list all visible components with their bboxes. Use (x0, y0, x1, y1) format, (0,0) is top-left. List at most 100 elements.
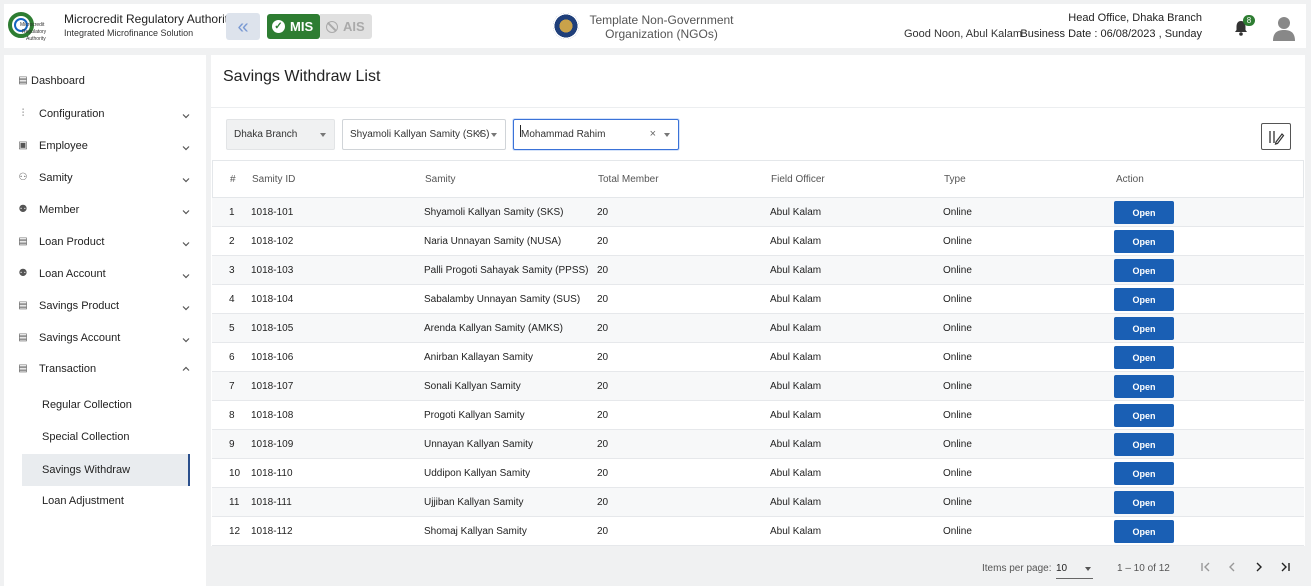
sidebar-item-employee[interactable]: ▣ Employee (4, 132, 204, 160)
row-number: 9 (229, 439, 235, 450)
table-row: 11 1018-111 Ujjiban Kallyan Samity 20 Ab… (212, 488, 1304, 517)
svg-text:Microcredit: Microcredit (20, 22, 45, 28)
open-button[interactable]: Open (1114, 230, 1174, 253)
sidebar-item-transaction[interactable]: ▤ Transaction (4, 355, 204, 383)
row-number: 5 (229, 323, 235, 334)
open-button[interactable]: Open (1114, 375, 1174, 398)
items-per-page-label: Items per page: (982, 563, 1052, 574)
last-page-icon[interactable] (1278, 560, 1292, 574)
column-header[interactable]: Samity ID (252, 174, 295, 185)
type-cell: Online (943, 468, 972, 479)
type-cell: Online (943, 294, 972, 305)
total-member-cell: 20 (597, 439, 609, 450)
sidebar-item-configuration[interactable]: ⫶ Configuration (4, 100, 204, 128)
svg-text:Authority: Authority (26, 36, 46, 42)
open-button[interactable]: Open (1114, 317, 1174, 340)
row-number: 8 (229, 410, 235, 421)
open-button[interactable]: Open (1114, 201, 1174, 224)
column-header[interactable]: Type (944, 174, 966, 185)
table-row: 7 1018-107 Sonali Kallyan Samity 20 Abul… (212, 372, 1304, 401)
first-page-icon[interactable] (1199, 560, 1213, 574)
mis-label: MIS (290, 19, 314, 34)
open-button[interactable]: Open (1114, 346, 1174, 369)
members-icon: ⚉ (18, 204, 28, 215)
previous-page-icon[interactable] (1225, 560, 1239, 574)
government-seal-logo (553, 13, 579, 39)
samity-table: # Samity ID Samity Total Member Field Of… (212, 160, 1304, 546)
double-chevron-left-icon: « (237, 15, 249, 38)
sidebar-item-dashboard[interactable]: ▤ Dashboard (4, 67, 204, 95)
ais-toggle-button[interactable]: AIS (320, 14, 372, 39)
column-header[interactable]: Field Officer (771, 174, 825, 185)
column-settings-button[interactable] (1261, 123, 1291, 150)
chevron-down-icon (182, 274, 190, 279)
sidebar-item-savings-account[interactable]: ▤ Savings Account (4, 324, 204, 352)
next-page-icon[interactable] (1252, 560, 1266, 574)
branch-name: Head Office, Dhaka Branch (1068, 12, 1202, 24)
sidebar-subitem-regular-collection[interactable]: Regular Collection (22, 389, 190, 421)
row-number: 6 (229, 352, 235, 363)
member-select[interactable]: Mohammad Rahim × (513, 119, 679, 150)
open-button[interactable]: Open (1114, 520, 1174, 543)
business-date: Business Date : 06/08/2023 , Sunday (1020, 28, 1202, 40)
sidebar-subitem-loan-adjustment[interactable]: Loan Adjustment (22, 485, 190, 517)
open-button[interactable]: Open (1114, 491, 1174, 514)
collapse-sidebar-button[interactable]: « (226, 13, 260, 40)
sidebar-item-label: Savings Account (39, 332, 121, 344)
table-header: # Samity ID Samity Total Member Field Of… (212, 160, 1304, 198)
greeting-text: Good Noon, Abul Kalam (904, 28, 1023, 40)
open-button[interactable]: Open (1114, 433, 1174, 456)
page-range: 1 – 10 of 12 (1117, 563, 1170, 574)
sidebar: ▤ Dashboard ⫶ Configuration ▣ Employee ⚇… (4, 55, 206, 586)
dropdown-arrow-icon (1085, 567, 1091, 571)
type-cell: Online (943, 526, 972, 537)
chevron-down-icon (182, 114, 190, 119)
text-cursor (520, 125, 521, 137)
table-row: 5 1018-105 Arenda Kallyan Samity (AMKS) … (212, 314, 1304, 343)
total-member-cell: 20 (597, 526, 609, 537)
table-row: 4 1018-104 Sabalamby Unnayan Samity (SUS… (212, 285, 1304, 314)
items-per-page-select[interactable]: 10 (1056, 559, 1093, 579)
type-cell: Online (943, 497, 972, 508)
doc-icon: ▤ (18, 332, 28, 343)
mis-toggle-button[interactable]: ✓ MIS (267, 14, 320, 39)
samity-select[interactable]: Shyamoli Kallyan Samity (SKS) × (342, 119, 506, 150)
clear-icon[interactable]: × (650, 128, 656, 140)
sidebar-subitem-special-collection[interactable]: Special Collection (22, 421, 190, 453)
type-cell: Online (943, 265, 972, 276)
column-header[interactable]: Total Member (598, 174, 659, 185)
column-header[interactable]: Samity (425, 174, 456, 185)
samity-name-cell: Naria Unnayan Samity (NUSA) (424, 236, 562, 247)
sidebar-item-member[interactable]: ⚉ Member (4, 196, 204, 224)
sidebar-subitem-savings-withdraw[interactable]: Savings Withdraw (22, 454, 190, 486)
sliders-icon: ⫶ (21, 108, 25, 119)
table-row: 10 1018-110 Uddipon Kallyan Samity 20 Ab… (212, 459, 1304, 488)
total-member-cell: 20 (597, 410, 609, 421)
samity-id-cell: 1018-102 (251, 236, 294, 247)
open-button[interactable]: Open (1114, 404, 1174, 427)
clear-icon[interactable]: × (477, 128, 483, 140)
total-member-cell: 20 (597, 468, 609, 479)
row-number: 1 (229, 207, 235, 218)
samity-name-cell: Palli Progoti Sahayak Samity (PPSS) (424, 265, 589, 276)
samity-name-cell: Ujjiban Kallyan Samity (424, 497, 524, 508)
sidebar-item-samity[interactable]: ⚇ Samity (4, 164, 204, 192)
samity-name-cell: Anirban Kallayan Samity (424, 352, 533, 363)
open-button[interactable]: Open (1114, 462, 1174, 485)
sidebar-item-label: Configuration (39, 108, 105, 120)
svg-text:Regulatory: Regulatory (22, 29, 47, 35)
user-avatar-icon[interactable] (1271, 15, 1297, 41)
chevron-down-icon (182, 306, 190, 311)
field-officer-cell: Abul Kalam (770, 323, 822, 334)
samity-name-cell: Uddipon Kallyan Samity (424, 468, 531, 479)
open-button[interactable]: Open (1114, 288, 1174, 311)
open-button[interactable]: Open (1114, 259, 1174, 282)
sidebar-item-savings-product[interactable]: ▤ Savings Product (4, 292, 204, 320)
sidebar-item-label: Member (39, 204, 80, 216)
branch-select[interactable]: Dhaka Branch (226, 119, 335, 150)
sidebar-item-loan-product[interactable]: ▤ Loan Product (4, 228, 204, 256)
type-cell: Online (943, 381, 972, 392)
sidebar-item-loan-account[interactable]: ⚉ Loan Account (4, 260, 204, 288)
samity-id-cell: 1018-111 (251, 497, 292, 508)
type-cell: Online (943, 236, 972, 247)
